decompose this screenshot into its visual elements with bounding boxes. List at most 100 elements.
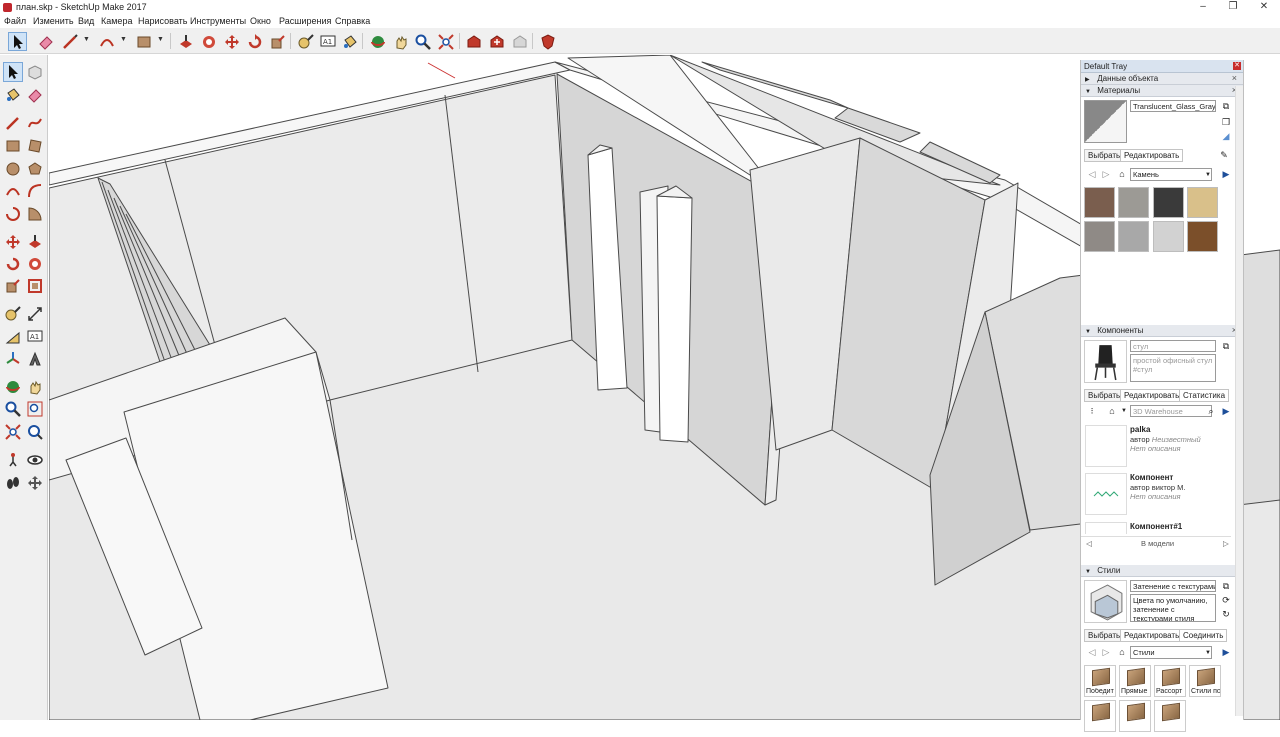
eraser-icon[interactable] xyxy=(36,32,55,51)
component-name-field[interactable]: стул xyxy=(1130,340,1216,352)
details-arrow-icon[interactable]: ▶ xyxy=(1221,169,1231,179)
share-model-icon[interactable] xyxy=(487,32,506,51)
update-style-icon[interactable]: ⟳ xyxy=(1221,595,1231,605)
menu-camera[interactable]: Камера xyxy=(101,16,132,26)
orbit-icon[interactable] xyxy=(368,32,387,51)
home-icon[interactable]: ⌂ xyxy=(1107,406,1117,416)
component-description-field[interactable]: простой офисный стул #стул xyxy=(1130,354,1216,382)
freehand-icon[interactable] xyxy=(25,113,45,133)
share-component-icon[interactable] xyxy=(510,32,529,51)
axes-icon[interactable] xyxy=(3,349,23,369)
menu-draw[interactable]: Нарисовать xyxy=(138,16,187,26)
tape-measure-icon[interactable] xyxy=(296,32,315,51)
arc-icon[interactable] xyxy=(3,181,23,201)
section-plane-icon[interactable] xyxy=(25,473,45,493)
pie-icon[interactable] xyxy=(25,204,45,224)
home-icon[interactable]: ⌂ xyxy=(1117,647,1127,657)
arc-dropdown-icon[interactable]: ▼ xyxy=(120,36,127,43)
text-icon[interactable]: A1 xyxy=(318,32,337,51)
text-icon[interactable]: A1 xyxy=(25,327,45,347)
line-icon[interactable] xyxy=(60,32,79,51)
materials-panel-header[interactable]: ▼ Материалы × xyxy=(1081,85,1243,97)
dimension-icon[interactable] xyxy=(25,304,45,324)
scale-icon[interactable] xyxy=(268,32,287,51)
material-swatch-3[interactable] xyxy=(1153,187,1184,218)
zoom-icon[interactable] xyxy=(3,399,23,419)
pan-icon[interactable] xyxy=(391,32,410,51)
tab-select[interactable]: Выбрать xyxy=(1084,389,1125,402)
line-icon[interactable] xyxy=(3,113,23,133)
list-item[interactable]: Компонент#1 xyxy=(1085,522,1225,534)
tape-measure-icon[interactable] xyxy=(3,304,23,324)
rotate-icon[interactable] xyxy=(245,32,264,51)
zoom-icon[interactable] xyxy=(413,32,432,51)
material-swatch-8[interactable] xyxy=(1187,221,1218,252)
paint-bucket-icon[interactable] xyxy=(340,32,359,51)
style-tile[interactable] xyxy=(1154,700,1186,732)
orbit-icon[interactable] xyxy=(3,377,23,397)
follow-me-icon[interactable] xyxy=(199,32,218,51)
extension-warehouse-icon[interactable] xyxy=(538,32,557,51)
view-options-icon[interactable]: ⁝ xyxy=(1087,406,1097,416)
paint-bucket-icon[interactable] xyxy=(3,85,23,105)
style-tile[interactable] xyxy=(1119,700,1151,732)
tab-edit[interactable]: Редактировать xyxy=(1120,629,1184,642)
forward-icon[interactable]: ▷ xyxy=(1101,169,1111,179)
tab-statistics[interactable]: Статистика xyxy=(1179,389,1230,402)
sample-paint-icon[interactable]: ❒ xyxy=(1221,117,1231,127)
circle-icon[interactable] xyxy=(3,159,23,179)
rectangle-icon[interactable] xyxy=(134,32,153,51)
components-panel-header[interactable]: ▼ Компоненты × xyxy=(1081,325,1243,337)
select-icon[interactable] xyxy=(3,62,23,82)
details-arrow-icon[interactable]: ▶ xyxy=(1221,647,1231,657)
list-item[interactable]: palka автор Неизвестный Нет описания xyxy=(1085,425,1225,470)
three-point-arc-icon[interactable] xyxy=(3,204,23,224)
forward-icon[interactable]: ▷ xyxy=(1101,647,1111,657)
component-search-input[interactable]: 3D Warehouse xyxy=(1130,405,1212,417)
details-arrow-icon[interactable]: ▶ xyxy=(1221,406,1231,416)
style-tile[interactable]: Победит xyxy=(1084,665,1116,697)
styles-panel-header[interactable]: ▼ Стили xyxy=(1081,565,1243,577)
look-around-icon[interactable] xyxy=(25,450,45,470)
back-icon[interactable]: ◁ xyxy=(1087,169,1097,179)
warehouse-icon[interactable] xyxy=(464,32,483,51)
menu-view[interactable]: Вид xyxy=(78,16,94,26)
back-icon[interactable]: ◁ xyxy=(1086,539,1092,548)
tray-scrollbar[interactable] xyxy=(1235,86,1243,716)
tab-edit[interactable]: Редактировать xyxy=(1120,149,1184,162)
home-icon[interactable]: ⌂ xyxy=(1117,169,1127,179)
position-camera-icon[interactable] xyxy=(3,450,23,470)
menu-help[interactable]: Справка xyxy=(335,16,370,26)
search-icon[interactable]: ⌕ xyxy=(1206,406,1216,416)
tab-edit[interactable]: Редактировать xyxy=(1120,389,1184,402)
scale-icon[interactable] xyxy=(3,276,23,296)
close-tray-icon[interactable]: ✕ xyxy=(1233,62,1241,70)
rotated-rectangle-icon[interactable] xyxy=(25,136,45,156)
style-description-field[interactable]: Цвета по умолчанию, затенение с текстура… xyxy=(1130,594,1216,622)
style-tile[interactable]: Прямые xyxy=(1119,665,1151,697)
pan-icon[interactable] xyxy=(25,377,45,397)
close-window-button[interactable]: ✕ xyxy=(1249,0,1279,15)
refresh-icon[interactable]: ↻ xyxy=(1221,609,1231,619)
rotate-icon[interactable] xyxy=(3,254,23,274)
style-tile[interactable]: Стили пс xyxy=(1189,665,1221,697)
3d-text-icon[interactable] xyxy=(25,349,45,369)
menu-file[interactable]: Файл xyxy=(4,16,26,26)
move-icon[interactable] xyxy=(3,232,23,252)
rectangle-icon[interactable] xyxy=(3,136,23,156)
previous-view-icon[interactable] xyxy=(25,422,45,442)
entity-info-panel-header[interactable]: ▶ Данные объекта × xyxy=(1081,73,1243,85)
list-item[interactable]: Компонент автор виктор М. Нет описания xyxy=(1085,473,1225,518)
create-material-icon[interactable]: ⧉ xyxy=(1221,101,1231,111)
maximize-button[interactable]: ❐ xyxy=(1218,0,1248,15)
follow-me-icon[interactable] xyxy=(25,254,45,274)
eyedropper-icon[interactable]: ✎ xyxy=(1219,150,1229,160)
offset-icon[interactable] xyxy=(25,276,45,296)
minimize-button[interactable]: – xyxy=(1188,0,1218,15)
material-name-field[interactable]: Translucent_Glass_Gray xyxy=(1130,100,1216,112)
push-pull-icon[interactable] xyxy=(25,232,45,252)
material-swatch-1[interactable] xyxy=(1084,187,1115,218)
style-library-select[interactable]: Стили xyxy=(1130,646,1212,659)
forward-icon[interactable]: ▷ xyxy=(1223,539,1229,548)
create-style-icon[interactable]: ⧉ xyxy=(1221,581,1231,591)
